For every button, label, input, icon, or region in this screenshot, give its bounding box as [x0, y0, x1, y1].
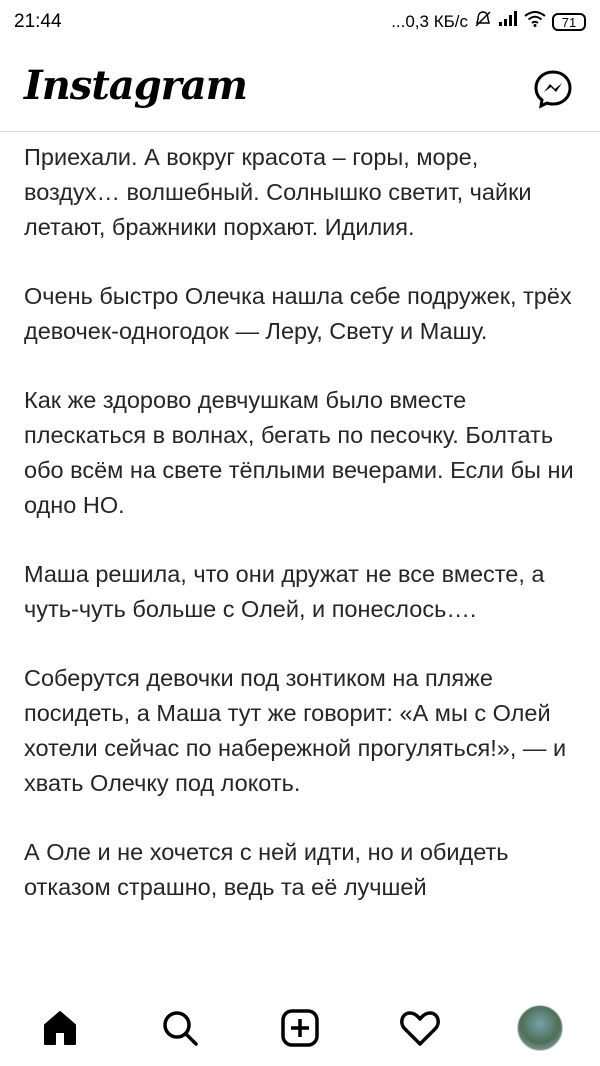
- caption-paragraph: Очень быстро Олечка нашла себе подружек,…: [24, 283, 572, 344]
- activity-heart-icon[interactable]: [396, 1004, 444, 1052]
- messenger-icon[interactable]: [532, 68, 574, 110]
- new-post-icon[interactable]: [276, 1004, 324, 1052]
- status-icons: ...0,3 КБ/с 71: [391, 10, 586, 34]
- mute-icon: [474, 10, 492, 34]
- battery-icon: 71: [552, 13, 586, 31]
- search-icon[interactable]: [156, 1004, 204, 1052]
- caption-paragraph: Соберутся девочки под зонтиком на пляже …: [24, 665, 567, 796]
- top-bar: Instagram: [0, 44, 600, 132]
- caption-paragraph: А Оле и не хочется с ней идти, но и обид…: [24, 839, 509, 900]
- post-caption: Приехали. А вокруг красота – горы, море,…: [24, 140, 580, 990]
- status-bar: 21:44 ...0,3 КБ/с 71: [0, 0, 600, 44]
- avatar: [517, 1005, 563, 1051]
- wifi-icon: [524, 11, 546, 33]
- status-time: 21:44: [14, 11, 62, 32]
- instagram-logo[interactable]: Instagram: [24, 62, 248, 109]
- signal-icon: [498, 11, 518, 33]
- bottom-navigation: [0, 990, 600, 1066]
- home-icon[interactable]: [36, 1004, 84, 1052]
- network-speed: ...0,3 КБ/с: [391, 12, 468, 31]
- caption-paragraph: Приехали. А вокруг красота – горы, море,…: [24, 144, 532, 240]
- caption-paragraph: Как же здорово девчушкам было вместе пле…: [24, 387, 574, 518]
- caption-paragraph: Маша решила, что они дружат не все вмест…: [24, 561, 545, 622]
- profile-avatar[interactable]: [516, 1004, 564, 1052]
